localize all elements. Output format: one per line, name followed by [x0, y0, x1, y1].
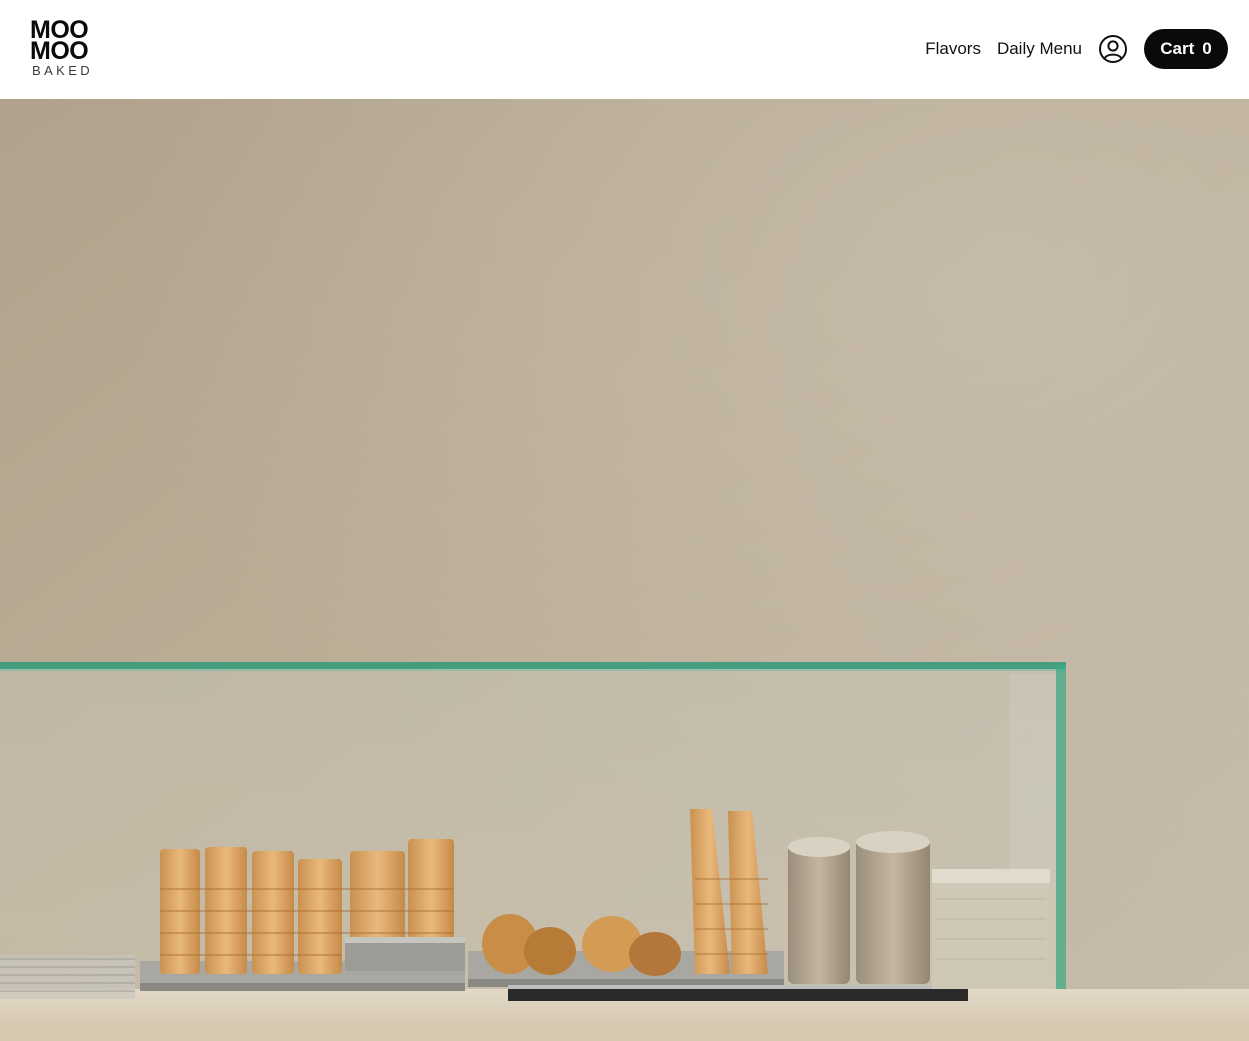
cart-count: 0	[1202, 39, 1212, 58]
cart-button[interactable]: Cart 0	[1144, 29, 1228, 69]
account-button[interactable]	[1098, 34, 1128, 64]
nav-link-flavors[interactable]: Flavors	[925, 39, 981, 59]
brand-logo[interactable]: MOO MOO BAKED	[30, 18, 102, 78]
site-header: MOO MOO BAKED Flavors Daily Menu Cart 0	[0, 0, 1249, 99]
nav-link-daily-menu[interactable]: Daily Menu	[997, 39, 1082, 59]
main-nav: Flavors Daily Menu Cart 0	[925, 29, 1228, 69]
hero-photo	[0, 99, 1249, 1041]
logo-subtitle: BAKED	[32, 63, 94, 78]
logo-line-2: MOO	[30, 37, 89, 65]
user-circle-icon	[1099, 35, 1127, 63]
hero-image	[0, 99, 1249, 1041]
cart-label: Cart	[1160, 39, 1195, 58]
